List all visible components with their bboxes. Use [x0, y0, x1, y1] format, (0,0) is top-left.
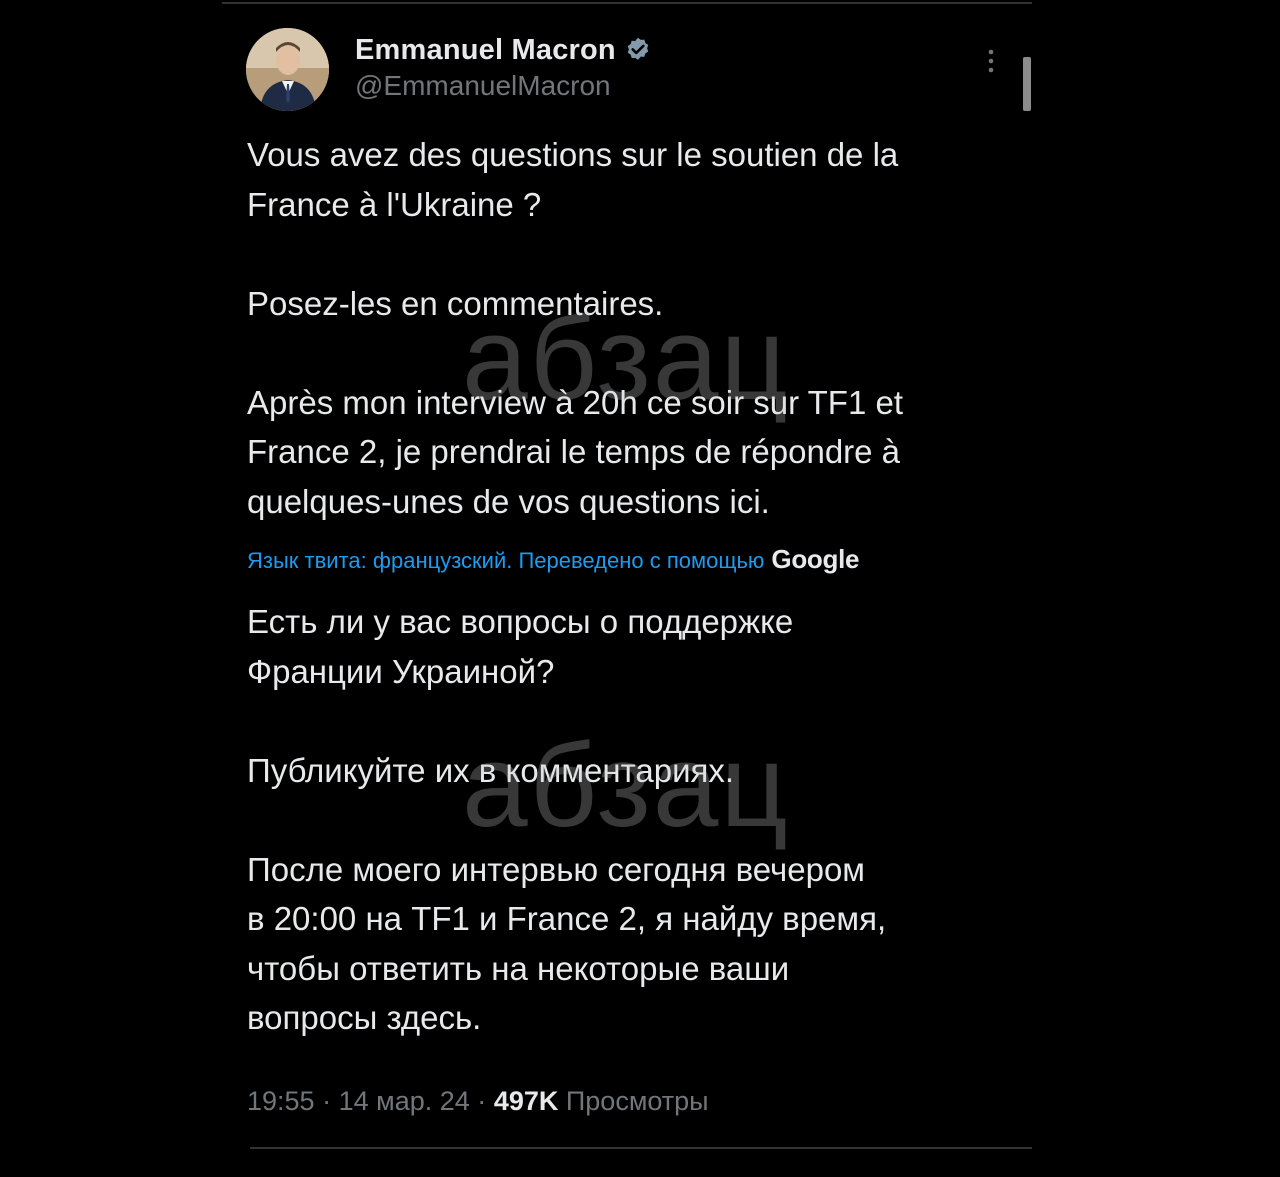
- scrollbar-thumb[interactable]: [1023, 57, 1031, 111]
- google-logo[interactable]: Google: [771, 544, 859, 575]
- meta-separator: ·: [322, 1086, 332, 1116]
- tweet-time[interactable]: 19:55: [247, 1086, 315, 1116]
- tweet-page: Emmanuel Macron @EmmanuelMacron Vous ave…: [0, 0, 1280, 1177]
- meta-separator: ·: [477, 1086, 487, 1116]
- display-name[interactable]: Emmanuel Macron: [355, 34, 616, 67]
- bottom-divider: [250, 1147, 1032, 1149]
- more-options-icon[interactable]: [984, 47, 998, 77]
- tweet-date[interactable]: 14 мар. 24: [339, 1086, 470, 1116]
- display-name-row: Emmanuel Macron: [355, 30, 652, 70]
- avatar-image: [246, 28, 329, 111]
- user-handle[interactable]: @EmmanuelMacron: [355, 70, 652, 102]
- translation-note[interactable]: Язык твита: французский. Переведено с по…: [247, 544, 859, 575]
- translated-text: Есть ли у вас вопросы о поддержке Франци…: [247, 603, 887, 1036]
- views-label[interactable]: Просмотры: [566, 1086, 709, 1116]
- avatar[interactable]: [246, 28, 329, 111]
- views-count[interactable]: 497K: [494, 1086, 559, 1116]
- tweet-meta: 19:55 · 14 мар. 24 · 497K Просмотры: [247, 1086, 709, 1117]
- verified-badge-icon[interactable]: [624, 36, 652, 64]
- top-divider: [222, 2, 1032, 4]
- author-block: Emmanuel Macron @EmmanuelMacron: [355, 30, 652, 102]
- translation-note-text[interactable]: Язык твита: французский. Переведено с по…: [247, 548, 764, 574]
- tweet-text: Vous avez des questions sur le soutien d…: [247, 136, 904, 520]
